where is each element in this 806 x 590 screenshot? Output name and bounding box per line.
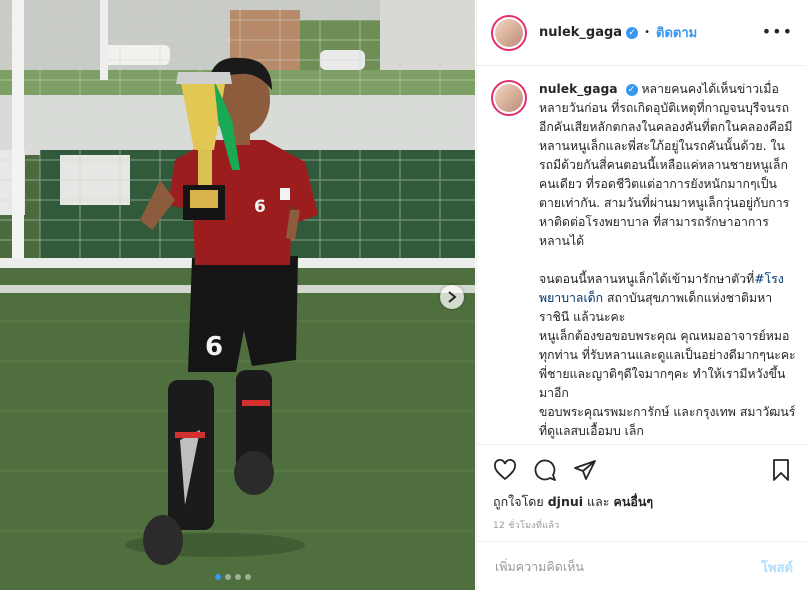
carousel-indicator — [215, 574, 251, 580]
avatar[interactable] — [491, 80, 527, 116]
post-comment-button[interactable]: โพสต์ — [761, 557, 793, 578]
liked-by-and: และ — [587, 494, 610, 509]
follow-separator: • — [644, 27, 650, 38]
chevron-right-icon — [448, 291, 457, 303]
post-modal: 6 6 nulek_gaga ✓ • ติดตาม ••• nulek_gaga… — [0, 0, 806, 590]
caption-body-2: จนตอนนี้หลานหนูเล็กได้เข้ามารักษาตัวที่ — [539, 272, 755, 286]
caption: nulek_gaga ✓ หลายคนคงได้เห็นข่าวเมื่อหลา… — [491, 80, 796, 444]
carousel-dot — [245, 574, 251, 580]
caption-text: nulek_gaga ✓ หลายคนคงได้เห็นข่าวเมื่อหลา… — [539, 80, 796, 444]
paper-plane-icon[interactable] — [573, 458, 597, 482]
post-side-panel: nulek_gaga ✓ • ติดตาม ••• nulek_gaga ✓ ห… — [476, 0, 806, 590]
bookmark-icon[interactable] — [769, 458, 793, 482]
comment-input[interactable] — [493, 558, 727, 575]
liked-by-others-link[interactable]: คนอื่นๆ — [613, 494, 653, 509]
comment-bubble-icon[interactable] — [533, 458, 557, 482]
caption-username[interactable]: nulek_gaga — [539, 82, 618, 96]
carousel-dot — [225, 574, 231, 580]
liked-by-user-link[interactable]: djnui — [548, 494, 583, 509]
more-options-icon[interactable]: ••• — [762, 22, 793, 41]
post-timestamp[interactable]: 12 ชั่วโมงที่แล้ว — [493, 518, 560, 532]
caption-body: หลายคนคงได้เห็นข่าวเมื่อหลายวันก่อน ที่ร… — [539, 82, 793, 248]
carousel-next-button[interactable] — [440, 285, 464, 309]
svg-text:6: 6 — [205, 332, 223, 362]
carousel-dot — [235, 574, 241, 580]
post-header: nulek_gaga ✓ • ติดตาม ••• — [477, 0, 806, 66]
verified-badge-icon: ✓ — [626, 26, 639, 39]
action-bar — [493, 458, 597, 482]
liked-by-prefix: ถูกใจโดย — [493, 494, 544, 509]
heart-icon[interactable] — [493, 458, 517, 482]
caption-body-3: สถาบันสุขภาพเด็กแห่งชาติมหาราชินี แล้วนะ… — [539, 291, 796, 438]
follow-button[interactable]: ติดตาม — [656, 22, 697, 43]
avatar[interactable] — [491, 14, 527, 51]
svg-text:6: 6 — [254, 197, 266, 217]
carousel-dot — [215, 574, 221, 580]
liked-by: ถูกใจโดย djnui และ คนอื่นๆ — [493, 492, 653, 512]
photo-illustration: 6 6 — [0, 0, 475, 590]
verified-badge-icon: ✓ — [625, 83, 638, 96]
post-photo[interactable]: 6 6 — [0, 0, 475, 590]
username-link[interactable]: nulek_gaga — [539, 25, 622, 40]
divider — [477, 541, 806, 542]
divider — [477, 444, 806, 445]
